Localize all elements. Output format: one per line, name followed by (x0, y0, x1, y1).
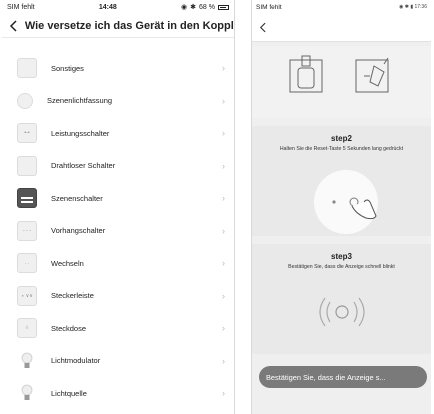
chevron-right-icon: › (222, 160, 225, 171)
chevron-right-icon: › (222, 193, 225, 204)
reset-button-illustration (314, 170, 378, 234)
chevron-right-icon: › (222, 355, 225, 366)
step3-description: Bestätigen Sie, dass die Anzeige schnell… (288, 264, 395, 270)
breaker-icon: •-• (17, 123, 37, 144)
confirm-toast[interactable]: Bestätigen Sie, dass die Anzeige s... (259, 366, 427, 388)
status-bar: SIM fehlt 14:48 ◉ ✱ 68 % (2, 0, 234, 14)
wireless-switch-icon (17, 155, 37, 176)
list-item[interactable]: Lichtquelle › (2, 377, 234, 410)
item-label: Vorhangschalter (51, 226, 106, 236)
socket-icon: ⁝⁝ (17, 318, 37, 339)
toast-text: Bestätigen Sie, dass die Anzeige s... (266, 372, 386, 382)
chevron-right-icon: › (222, 225, 225, 236)
power-strip-icon: ∘ ∨∨ (17, 285, 37, 306)
step2-card: step2 Halten Sie die Reset-Taste 5 Sekun… (252, 126, 431, 236)
screenshot-root: SIM fehlt 14:48 ◉ ✱ 68 % Wie versetze ic… (0, 0, 434, 414)
step3-card: step3 Bestätigen Sie, dass die Anzeige s… (252, 244, 431, 354)
chevron-right-icon: › (222, 63, 225, 74)
battery-icon (217, 4, 229, 10)
battery-label: 68 % (199, 3, 215, 11)
item-label: Sonstiges (51, 63, 84, 73)
chevron-right-icon: › (222, 258, 225, 269)
device-icon (17, 58, 37, 79)
item-label: Steckerleiste (51, 291, 94, 301)
chevron-right-icon: › (222, 323, 225, 334)
bulb-icon (17, 351, 37, 371)
chevron-right-icon: › (222, 290, 225, 301)
list-item[interactable]: •-• Leistungsschalter › (2, 117, 234, 150)
blinking-indicator-icon (319, 297, 365, 327)
switch-icon: . . (17, 253, 37, 274)
list-item[interactable]: ⁝⁝ Steckdose › (2, 312, 234, 345)
device-type-list: Sonstiges › Szenenlichtfassung › •-• Lei… (2, 52, 234, 410)
lamp-socket-icon (17, 92, 33, 109)
clock: 17:36 (414, 4, 427, 10)
clock: 14:48 (98, 3, 117, 11)
back-arrow-icon[interactable] (8, 19, 19, 33)
list-item[interactable]: ∘ ∨∨ Steckerleiste › (2, 280, 234, 313)
status-icons: ◉ ✱ ▮ 17:36 (399, 4, 427, 10)
list-item[interactable]: - - - Vorhangschalter › (2, 215, 234, 248)
chevron-right-icon: › (222, 388, 225, 399)
nav-header: Wie versetze ich das Gerät in den Kopplu… (2, 14, 234, 38)
page-title: Wie versetze ich das Gerät in den Kopplu… (24, 19, 234, 32)
carrier-label: SIM fehlt (256, 3, 282, 11)
item-label: Lichtquelle (51, 388, 87, 398)
curtain-switch-icon: - - - (17, 220, 37, 241)
step3-title: step3 (331, 252, 352, 261)
chevron-right-icon: › (222, 128, 225, 139)
back-arrow-icon[interactable] (256, 21, 268, 35)
item-label: Wechseln (51, 258, 84, 268)
status-icons: ◉ ✱ 68 % (181, 3, 229, 11)
device-list-screen: SIM fehlt 14:48 ◉ ✱ 68 % Wie versetze ic… (2, 0, 235, 414)
item-label: Drahtloser Schalter (51, 161, 116, 171)
bulb-icon (17, 383, 37, 403)
list-item[interactable]: Szenenlichtfassung › (2, 85, 234, 118)
list-item[interactable]: . . Wechseln › (2, 247, 234, 280)
step1-illustration (252, 46, 431, 118)
item-label: Leistungsschalter (51, 128, 110, 138)
list-item[interactable]: Drahtloser Schalter › (2, 150, 234, 183)
chevron-right-icon: › (222, 95, 225, 106)
list-item[interactable]: Lichtmodulator › (2, 345, 234, 378)
nav-header (252, 14, 431, 42)
item-label: Steckdose (51, 323, 87, 333)
pairing-guide-screen: SIM fehlt ◉ ✱ ▮ 17:36 step2 Halten Sie d (251, 0, 431, 414)
carrier-label: SIM fehlt (7, 3, 35, 11)
bluetooth-icon: ✱ (190, 4, 197, 11)
step2-description: Halten Sie die Reset-Taste 5 Sekunden la… (279, 146, 404, 152)
plug-socket-illustration (289, 55, 389, 93)
scene-switch-icon (17, 188, 37, 209)
item-label: Szenenschalter (51, 193, 103, 203)
list-item[interactable]: Sonstiges › (2, 52, 234, 85)
list-item[interactable]: Szenenschalter › (2, 182, 234, 215)
status-bar: SIM fehlt ◉ ✱ ▮ 17:36 (252, 0, 431, 14)
item-label: Szenenlichtfassung (47, 96, 113, 106)
location-icon: ◉ (181, 4, 188, 11)
step2-title: step2 (331, 134, 352, 143)
item-label: Lichtmodulator (51, 356, 101, 366)
